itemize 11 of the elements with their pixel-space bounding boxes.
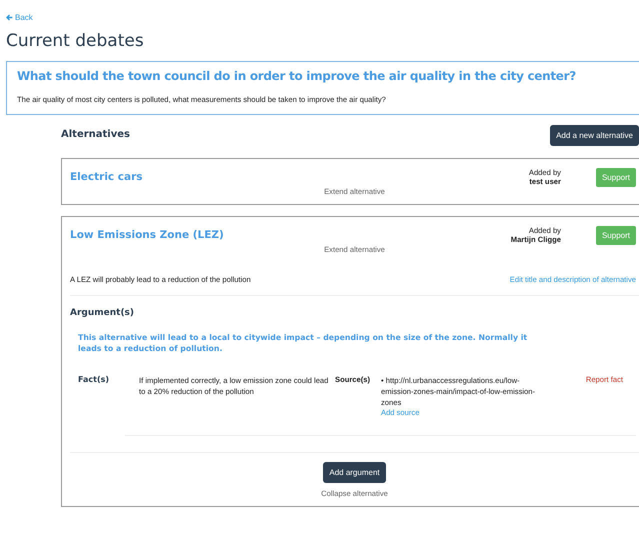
facts-label: Fact(s) [78,374,110,386]
add-argument-button[interactable]: Add argument [323,462,386,483]
alternative-title: Electric cars [70,170,144,183]
alternative-title: Low Emissions Zone (LEZ) [70,228,225,241]
arrow-left-icon [6,14,13,21]
alternatives-heading: Alternatives [61,129,130,140]
back-link[interactable]: Back [6,13,33,22]
page-title: Current debates [6,31,145,51]
add-alternative-button[interactable]: Add a new alternative [550,125,639,146]
question-title: What should the town council do in order to improve the air quality in the city center? [17,69,577,83]
arguments-heading: Argument(s) [70,308,136,318]
